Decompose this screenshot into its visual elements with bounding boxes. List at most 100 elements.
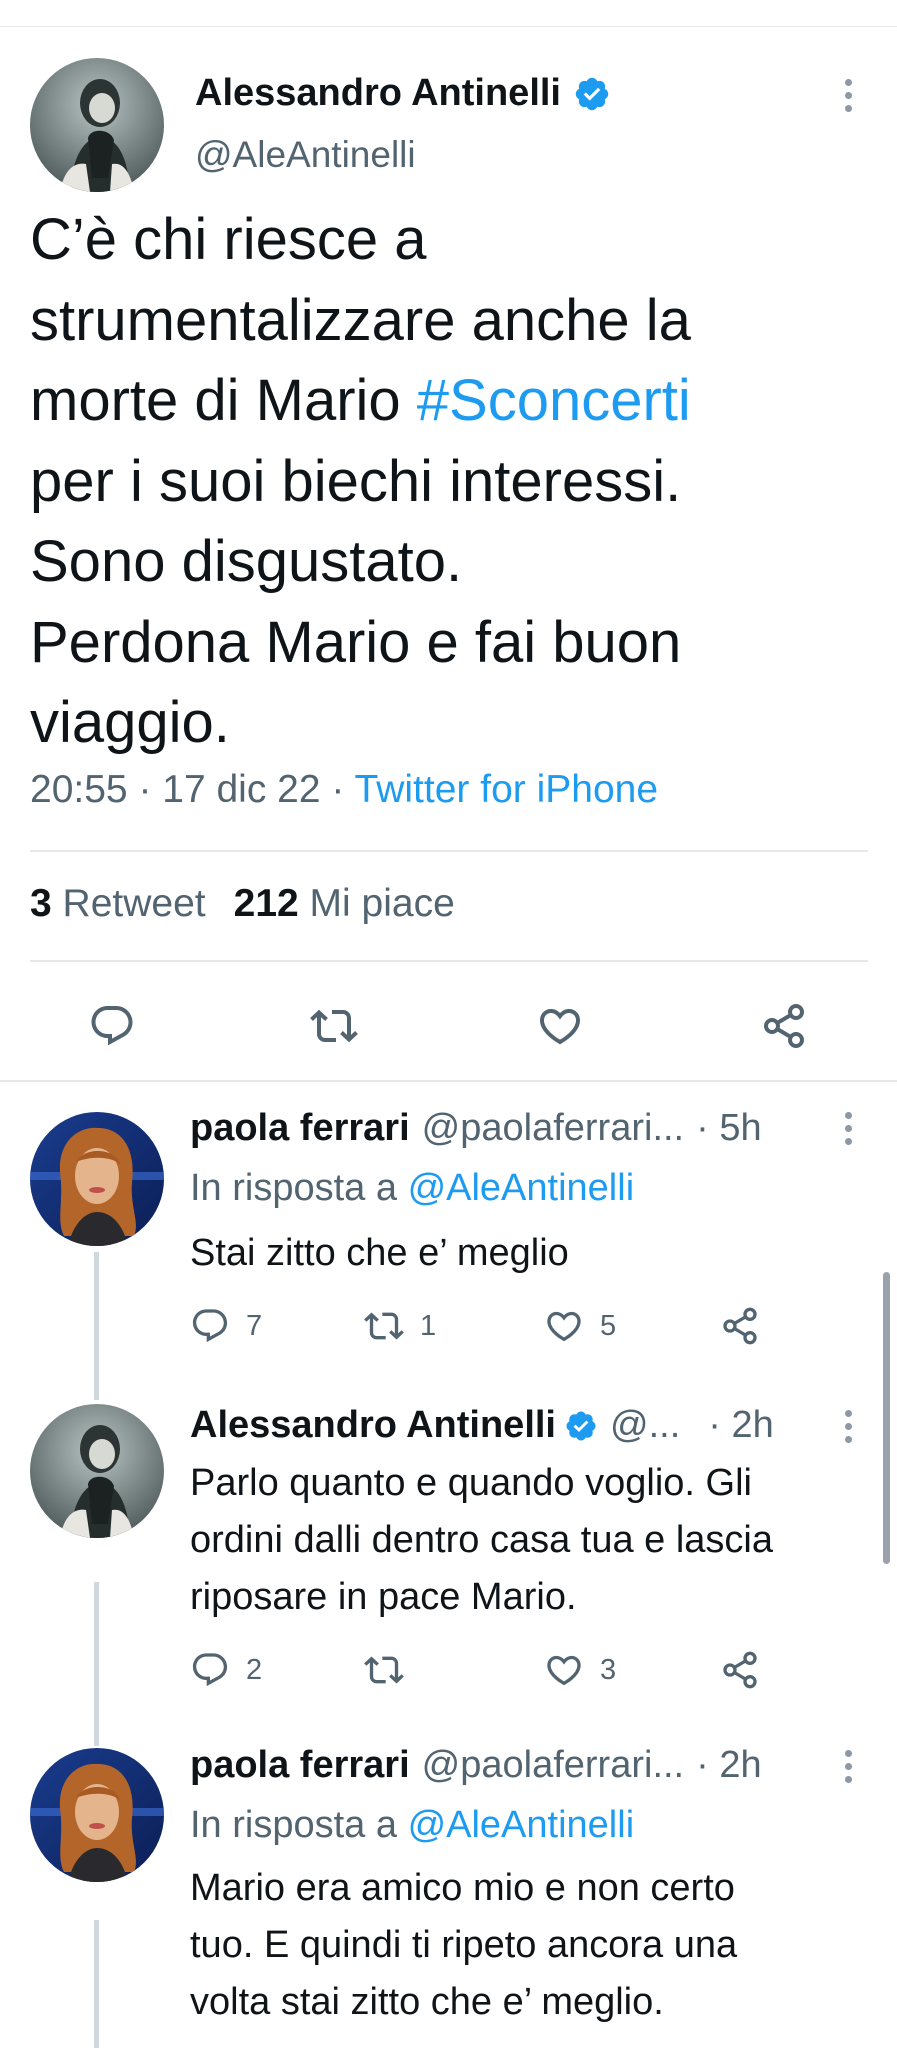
retweet-icon: [364, 1656, 404, 1684]
reply-text-line: Stai zitto che e’ meglio: [190, 1232, 569, 1274]
author-name[interactable]: Alessandro Antinelli: [195, 72, 611, 115]
reply-header: paola ferrari @paolaferrari... · 5h: [190, 1107, 762, 1150]
tweet-source-link[interactable]: Twitter for iPhone: [355, 768, 658, 811]
reply-time[interactable]: · 2h: [708, 1404, 773, 1447]
thread-line: [94, 1252, 99, 1400]
mention-link[interactable]: @AleAntinelli: [408, 1804, 635, 1846]
share-button[interactable]: [760, 1002, 808, 1050]
tweet-text-line: viaggio.: [30, 690, 230, 755]
divider: [30, 960, 868, 962]
like-count: 212: [233, 882, 299, 925]
tweet-stats: 3 Retweet 212 Mi piace: [30, 882, 455, 926]
reply-count: 7: [246, 1309, 263, 1342]
reply-count: 2: [246, 1653, 263, 1686]
heart-icon: [539, 1009, 581, 1045]
scrollbar[interactable]: [883, 1272, 890, 1564]
reply-author-name[interactable]: paola ferrari: [190, 1107, 410, 1150]
retweet-button[interactable]: 1: [364, 1306, 436, 1346]
reply-text: Parlo quanto e quando voglio. Gli ordini…: [190, 1455, 870, 1626]
in-reply-to: In risposta a @AleAntinelli: [190, 1804, 634, 1847]
mention-link[interactable]: @AleAntinelli: [408, 1167, 635, 1209]
reply-author-handle[interactable]: @paolaferrari...: [422, 1107, 684, 1150]
hashtag-link[interactable]: #Sconcerti: [417, 368, 691, 433]
like-count: 3: [600, 1653, 617, 1686]
verified-badge-icon: [573, 75, 611, 113]
reply-author-handle[interactable]: @paolaferrari...: [422, 1744, 684, 1787]
like-label: Mi piace: [309, 882, 455, 925]
tweet-meta: 20:55 · 17 dic 22 · Twitter for iPhone: [30, 768, 658, 812]
reply-text: Stai zitto che e’ meglio: [190, 1225, 870, 1282]
reply-avatar[interactable]: [30, 1748, 164, 1882]
tweet-text: C’è chi riesce a strumentalizzare anche …: [30, 200, 870, 764]
retweets-stat[interactable]: 3 Retweet: [30, 882, 206, 925]
thread-line: [94, 1582, 99, 1746]
section-divider: [0, 1080, 897, 1082]
thread-line: [94, 1920, 99, 2048]
reply-icon: [192, 1653, 228, 1687]
author-name-text[interactable]: Alessandro Antinelli: [195, 72, 561, 115]
reply-avatar[interactable]: [30, 1112, 164, 1246]
reply-text-line: ordini dalli dentro casa tua e lascia: [190, 1519, 774, 1561]
retweet-button[interactable]: [364, 1650, 404, 1690]
tweet-text-fragment: morte di Mario: [30, 368, 417, 433]
reply-time[interactable]: · 5h: [696, 1107, 761, 1150]
retweet-icon: [364, 1312, 404, 1340]
retweet-count: 1: [420, 1309, 437, 1342]
reply-avatar[interactable]: [30, 1404, 164, 1538]
more-options-icon[interactable]: [833, 1750, 863, 1783]
likes-stat[interactable]: 212 Mi piace: [234, 882, 455, 925]
retweet-button[interactable]: [310, 1002, 358, 1050]
reply-header: paola ferrari @paolaferrari... · 2h: [190, 1744, 762, 1787]
tweet-text-line: C’è chi riesce a: [30, 207, 427, 272]
like-count: 5: [600, 1309, 617, 1342]
meta-separator: ·: [320, 768, 355, 811]
tweet-text-line: Sono disgustato.: [30, 529, 463, 594]
tweet-text-line: Perdona Mario e fai buon: [30, 609, 682, 675]
reply-author-handle[interactable]: @...: [610, 1404, 680, 1447]
tweet-date[interactable]: 17 dic 22: [162, 768, 320, 811]
verified-badge-icon: [564, 1409, 598, 1443]
heart-icon: [547, 1655, 581, 1686]
reply-text-line: tuo. E quindi ti ripeto ancora una: [190, 1924, 738, 1966]
retweet-count: 3: [30, 882, 52, 925]
share-icon: [723, 1307, 757, 1345]
reply-icon: [192, 1309, 228, 1343]
heart-icon: [547, 1311, 581, 1342]
share-icon: [764, 1004, 804, 1048]
retweet-label: Retweet: [62, 882, 206, 925]
more-options-icon[interactable]: [833, 79, 863, 112]
author-handle[interactable]: @AleAntinelli: [195, 134, 416, 176]
reply-button[interactable]: [88, 1002, 136, 1050]
reply-text-line: Mario era amico mio e non certo: [190, 1867, 735, 1909]
top-divider: [0, 26, 897, 27]
reply-text-line: riposare in pace Mario.: [190, 1576, 577, 1618]
reply-author-name[interactable]: paola ferrari: [190, 1744, 410, 1787]
reply-header: Alessandro Antinelli @... · 2h: [190, 1404, 774, 1447]
tweet-time[interactable]: 20:55: [30, 768, 128, 811]
meta-separator: ·: [127, 768, 163, 811]
tweet-text-line: morte di Mario #Sconcerti: [30, 361, 870, 442]
reply-icon: [91, 1006, 133, 1046]
tweet-text-line: per i suoi biechi interessi.: [30, 448, 682, 514]
more-options-icon[interactable]: [833, 1112, 863, 1145]
share-button[interactable]: [720, 1650, 760, 1690]
reply-text: Mario era amico mio e non certo tuo. E q…: [190, 1860, 870, 2031]
reply-text-line: Parlo quanto e quando voglio. Gli: [190, 1462, 752, 1504]
share-icon: [723, 1651, 757, 1689]
reply-time[interactable]: · 2h: [696, 1744, 761, 1787]
in-reply-to-label: In risposta a: [190, 1167, 408, 1209]
like-button[interactable]: 3: [544, 1650, 616, 1690]
reply-button[interactable]: 7: [190, 1306, 262, 1346]
author-avatar[interactable]: [30, 58, 164, 192]
tweet-text-line: strumentalizzare anche la: [30, 287, 691, 353]
in-reply-to-label: In risposta a: [190, 1804, 408, 1846]
reply-text-line: volta stai zitto che e’ meglio.: [190, 1981, 664, 2023]
like-button[interactable]: [536, 1002, 584, 1050]
divider: [30, 850, 868, 852]
in-reply-to: In risposta a @AleAntinelli: [190, 1167, 634, 1210]
like-button[interactable]: 5: [544, 1306, 616, 1346]
share-button[interactable]: [720, 1306, 760, 1346]
reply-button[interactable]: 2: [190, 1650, 262, 1690]
more-options-icon[interactable]: [833, 1410, 863, 1443]
reply-author-name[interactable]: Alessandro Antinelli: [190, 1404, 556, 1447]
